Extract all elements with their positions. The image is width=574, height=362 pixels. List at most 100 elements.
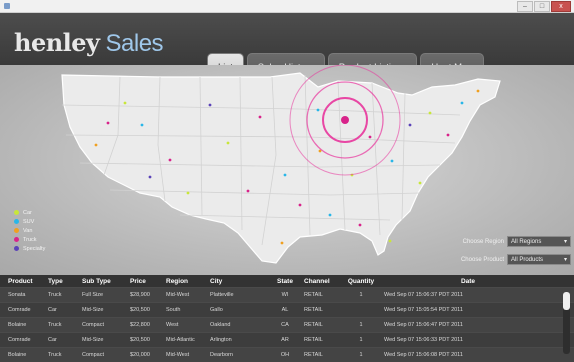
cell-channel: RETAIL [304,307,323,313]
legend-item-van: Van [14,226,45,235]
region-select-value: All Regions [511,239,542,245]
app-logo: henley Sales [14,28,164,58]
legend-label: Car [23,209,32,216]
column-header-price[interactable]: Price [128,278,164,285]
column-header-channel[interactable]: Channel [302,278,338,285]
window-controls: – □ x [517,1,571,12]
legend-label: Truck [23,236,37,243]
cell-type: Car [48,307,57,313]
column-header-date[interactable]: Date [382,278,552,285]
cell-state: WI [281,292,289,298]
cell-price: $20,000 [130,352,150,358]
product-select[interactable]: All Products ▾ [507,254,571,265]
legend-dot-icon [14,219,19,224]
cell-product: Sonata [8,292,26,298]
us-outline [61,72,501,264]
cell-date: Wed Sep 07 15:05:54 PDT 2011 [384,307,463,313]
cell-state: AL [281,307,289,313]
cell-quantity: 1 [359,292,363,298]
cell-city: Gallo [210,307,223,313]
cell-date: Wed Sep 07 15:06:08 PDT 2011 [384,352,463,358]
cell-quantity: 1 [359,352,363,358]
cell-state: OH [280,352,290,358]
cell-price: $28,900 [130,292,150,298]
table-row[interactable]: Bolaine Truck Compact $20,000 Mid-West D… [0,347,574,362]
region-filter: Choose Region All Regions ▾ [448,235,571,248]
cell-product: Comrade [8,307,31,313]
cell-date: Wed Sep 07 15:06:47 PDT 2011 [384,322,463,328]
cell-sub-type: Compact [82,352,105,358]
cell-date: Wed Sep 07 15:06:33 PDT 2011 [384,337,463,343]
table-row[interactable]: Comrade Car Mid-Size $20,500 Mid-Atlanti… [0,332,574,347]
column-header-city[interactable]: City [208,278,266,285]
cell-channel: RETAIL [304,322,323,328]
table-row[interactable]: Sonata Truck Full Size $28,900 Mid-West … [0,287,574,302]
cell-product: Bolaine [8,322,27,328]
cell-product: Comrade [8,337,31,343]
product-filter-label: Choose Product [460,256,504,263]
close-button[interactable]: x [551,1,571,12]
maximize-button[interactable]: □ [534,1,550,12]
legend-dot-icon [14,210,19,215]
app-header: henleySales List Sales History Product L… [0,13,574,79]
legend-label: Specialty [23,245,46,252]
cell-region: Mid-West [166,292,190,298]
cell-channel: RETAIL [304,337,323,343]
cell-city: Arlington [210,337,232,343]
cell-sub-type: Full Size [82,292,104,298]
cell-quantity: 1 [359,337,363,343]
column-header-region[interactable]: Region [164,278,208,285]
column-header-type[interactable]: Type [46,278,80,285]
cell-sub-type: Mid-Size [82,307,104,313]
product-select-value: All Products [511,257,544,263]
cell-channel: RETAIL [304,352,323,358]
table-scrollbar[interactable] [563,292,570,354]
legend-dot-icon [14,228,19,233]
cell-city: Oakland [210,322,231,328]
map-panel: Car SUV Van Truck Specialty Choose Regio… [0,65,574,275]
chevron-down-icon: ▾ [563,239,567,245]
column-header-quantity[interactable]: Quantity [338,278,382,285]
product-name: Sales [105,30,164,57]
cell-region: Mid-Atlantic [166,337,195,343]
sales-table: Product Type Sub Type Price Region City … [0,275,574,362]
minimize-button[interactable]: – [517,1,533,12]
cell-type: Car [48,337,57,343]
legend-label: SUV [23,218,35,225]
cell-price: $20,500 [130,307,150,313]
scrollbar-thumb[interactable] [563,292,570,310]
cell-type: Truck [48,322,62,328]
table-body: Sonata Truck Full Size $28,900 Mid-West … [0,287,574,362]
cell-sub-type: Mid-Size [82,337,104,343]
column-header-product[interactable]: Product [0,278,46,285]
cell-date: Wed Sep 07 15:06:37 PDT 2011 [384,292,463,298]
cell-sub-type: Compact [82,322,105,328]
cell-type: Truck [48,352,62,358]
cell-region: Mid-West [166,352,190,358]
app-icon [4,3,10,9]
column-header-sub-type[interactable]: Sub Type [80,278,128,285]
table-row[interactable]: Bolaine Truck Compact $22,800 West Oakla… [0,317,574,332]
cell-quantity: 1 [359,322,363,328]
app-window: – □ x henleySales List Sales History Pro… [0,0,574,362]
legend-item-specialty: Specialty [14,244,45,253]
cell-channel: RETAIL [304,292,323,298]
column-header-state[interactable]: State [266,278,302,285]
legend-item-truck: Truck [14,235,45,244]
cell-price: $22,800 [130,322,150,328]
legend-dot-icon [14,237,19,242]
region-select[interactable]: All Regions ▾ [507,236,571,247]
cell-type: Truck [48,292,62,298]
legend-dot-icon [14,246,19,251]
cell-product: Bolaine [8,352,27,358]
title-bar: – □ x [0,0,574,13]
legend-item-suv: SUV [14,217,45,226]
brand-name: henley [14,28,100,57]
table-row[interactable]: Comrade Car Mid-Size $20,500 South Gallo… [0,302,574,317]
chevron-down-icon: ▾ [563,257,567,263]
product-filter: Choose Product All Products ▾ [448,253,571,266]
cell-city: Dearborn [210,352,233,358]
cell-state: CA [281,322,289,328]
legend-label: Van [23,227,33,234]
region-filter-label: Choose Region [462,238,504,245]
